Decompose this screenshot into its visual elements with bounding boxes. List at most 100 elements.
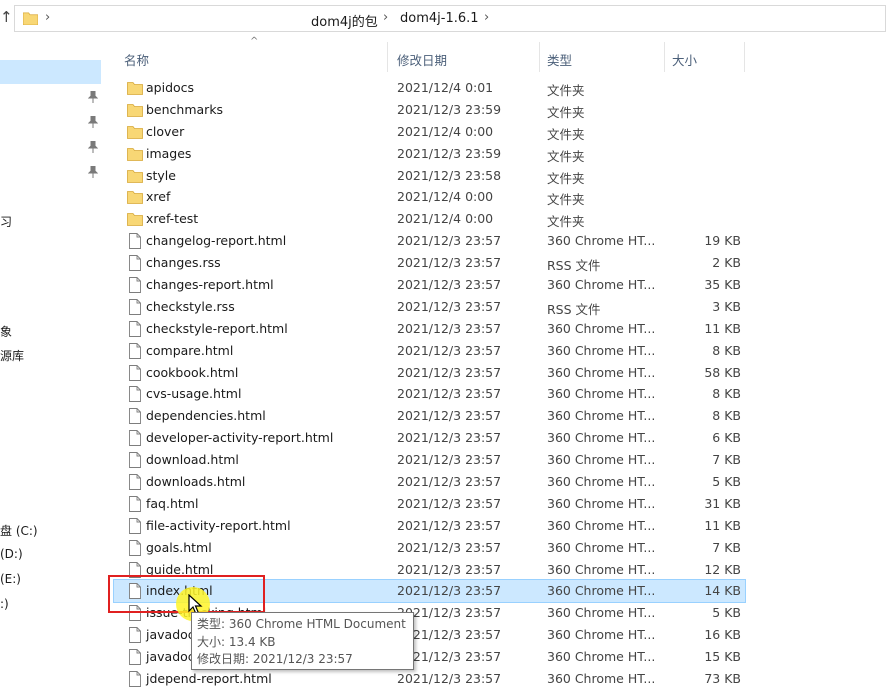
file-name: xref-test: [146, 211, 199, 227]
file-type: 360 Chrome HT...: [547, 649, 656, 665]
file-row[interactable]: changes.rss 2021/12/3 23:57 RSS 文件 2 KB: [114, 252, 745, 274]
column-divider[interactable]: [744, 42, 745, 72]
file-icon: [127, 671, 143, 687]
file-name: xref: [146, 189, 171, 205]
file-size: 12 KB: [704, 561, 741, 577]
file-icon: [127, 452, 143, 469]
file-size: 8 KB: [712, 386, 741, 402]
file-size: 73 KB: [704, 671, 741, 687]
file-row[interactable]: checkstyle.rss 2021/12/3 23:57 RSS 文件 3 KB: [114, 296, 745, 318]
pin-icon[interactable]: [88, 166, 98, 178]
file-date: 2021/12/3 23:58: [397, 167, 502, 183]
file-date: 2021/12/3 23:57: [397, 517, 502, 533]
file-type: 360 Chrome HT...: [547, 539, 656, 555]
file-row[interactable]: changes-report.html 2021/12/3 23:57 360 Ch…: [114, 274, 745, 296]
breadcrumb-item[interactable]: dom4j-1.6.1: [400, 11, 479, 26]
file-row[interactable]: xref-test 2021/12/4 0:00 文件夹: [114, 208, 745, 230]
file-name: jdepend-report.html: [146, 671, 272, 687]
file-date: 2021/12/3 23:57: [397, 561, 502, 577]
file-type: 360 Chrome HT...: [547, 561, 656, 577]
nav-item[interactable]: 源库: [0, 347, 24, 364]
file-date: 2021/12/3 23:57: [397, 474, 502, 490]
file-row[interactable]: cvs-usage.html 2021/12/3 23:57 360 Chrome …: [114, 383, 745, 405]
file-row[interactable]: downloads.html 2021/12/3 23:57 360 Chrome …: [114, 471, 745, 493]
pin-icon[interactable]: [88, 116, 98, 128]
file-type: 文件夹: [547, 170, 585, 186]
nav-item[interactable]: 习: [0, 213, 12, 230]
file-date: 2021/12/3 23:59: [397, 101, 502, 117]
nav-item[interactable]: 象: [0, 323, 12, 340]
file-type: 360 Chrome HT...: [547, 583, 656, 599]
file-row[interactable]: goals.html 2021/12/3 23:57 360 Chrome HT..…: [114, 537, 745, 559]
file-type: 360 Chrome HT...: [547, 671, 656, 687]
nav-drive-c[interactable]: 盘 (C:): [0, 522, 38, 539]
file-date: 2021/12/3 23:57: [397, 495, 502, 511]
column-divider[interactable]: [387, 42, 388, 72]
file-size: 11 KB: [704, 517, 741, 533]
file-row[interactable]: download.html 2021/12/3 23:57 360 Chrome H…: [114, 449, 745, 471]
file-type: 文件夹: [547, 104, 585, 120]
file-size: 14 KB: [704, 583, 741, 599]
file-row[interactable]: compare.html 2021/12/3 23:57 360 Chrome HT…: [114, 340, 745, 362]
tooltip-date: 修改日期: 2021/12/3 23:57: [197, 652, 353, 666]
file-date: 2021/12/3 23:57: [397, 364, 502, 380]
file-type: 文件夹: [547, 214, 585, 230]
folder-icon: [127, 211, 143, 227]
file-icon: [127, 408, 143, 425]
nav-drive-d[interactable]: (D:): [0, 547, 23, 561]
nav-item-selected[interactable]: [0, 60, 101, 84]
folder-icon: [127, 168, 143, 184]
file-row[interactable]: xref 2021/12/4 0:00 文件夹: [114, 186, 745, 208]
folder-icon: [23, 12, 38, 25]
column-header-type[interactable]: 类型: [547, 50, 572, 69]
breadcrumb-separator[interactable]: ›: [45, 10, 50, 25]
nav-drive-e[interactable]: (E:): [0, 572, 21, 586]
file-row[interactable]: benchmarks 2021/12/3 23:59 文件夹: [114, 99, 745, 121]
file-type: 360 Chrome HT...: [547, 430, 656, 446]
up-arrow-icon[interactable]: ↑: [0, 8, 13, 26]
file-row[interactable]: images 2021/12/3 23:59 文件夹: [114, 143, 745, 165]
column-header-size[interactable]: 大小: [672, 50, 697, 69]
pin-icon[interactable]: [88, 141, 98, 153]
breadcrumb-separator[interactable]: ›: [383, 10, 388, 25]
file-name: downloads.html: [146, 474, 246, 490]
file-row[interactable]: style 2021/12/3 23:58 文件夹: [114, 165, 745, 187]
file-date: 2021/12/4 0:00: [397, 211, 494, 227]
file-size: 58 KB: [704, 364, 741, 380]
file-row[interactable]: jdepend-report.html 2021/12/3 23:57 360 Ch…: [114, 668, 745, 690]
file-date: 2021/12/3 23:59: [397, 145, 502, 161]
file-row[interactable]: dependencies.html 2021/12/3 23:57 360 Chro…: [114, 405, 745, 427]
file-row[interactable]: clover 2021/12/4 0:00 文件夹: [114, 121, 745, 143]
column-header-name[interactable]: 名称: [124, 50, 149, 69]
pin-icon[interactable]: [88, 91, 98, 103]
column-divider[interactable]: [664, 42, 665, 72]
file-size: 7 KB: [712, 539, 741, 555]
address-bar[interactable]: › dom4j的包 › dom4j-1.6.1 ›: [14, 5, 886, 32]
file-icon: [127, 255, 143, 272]
file-row[interactable]: checkstyle-report.html 2021/12/3 23:57 360…: [114, 318, 745, 340]
file-type: 文件夹: [547, 83, 585, 98]
file-icon: [127, 430, 143, 447]
file-date: 2021/12/4 0:00: [397, 189, 494, 205]
nav-drive[interactable]: :): [0, 597, 9, 611]
file-row[interactable]: faq.html 2021/12/3 23:57 360 Chrome HT... 3…: [114, 493, 745, 515]
column-divider[interactable]: [539, 42, 540, 72]
breadcrumb-separator[interactable]: ›: [484, 10, 489, 25]
file-icon: [127, 320, 143, 337]
file-type: 360 Chrome HT...: [547, 452, 656, 468]
column-header-date[interactable]: 修改日期: [397, 50, 447, 69]
file-row[interactable]: cookbook.html 2021/12/3 23:57 360 Chrome H…: [114, 362, 745, 384]
file-icon: [127, 342, 143, 359]
file-icon: [127, 649, 143, 666]
file-row[interactable]: changelog-report.html 2021/12/3 23:57 360 …: [114, 230, 745, 252]
file-size: 31 KB: [704, 495, 741, 511]
file-name: checkstyle-report.html: [146, 320, 288, 336]
breadcrumb-item[interactable]: dom4j的包: [311, 11, 378, 30]
file-row[interactable]: file-activity-report.html 2021/12/3 23:57…: [114, 515, 745, 537]
file-row[interactable]: developer-activity-report.html 2021/12/3 …: [114, 427, 745, 449]
file-type: 360 Chrome HT...: [547, 342, 656, 358]
file-type: 360 Chrome HT...: [547, 474, 656, 490]
file-size: 5 KB: [712, 605, 741, 621]
file-name: download.html: [146, 452, 239, 468]
file-row[interactable]: apidocs 2021/12/4 0:01 文件夹: [114, 77, 745, 99]
